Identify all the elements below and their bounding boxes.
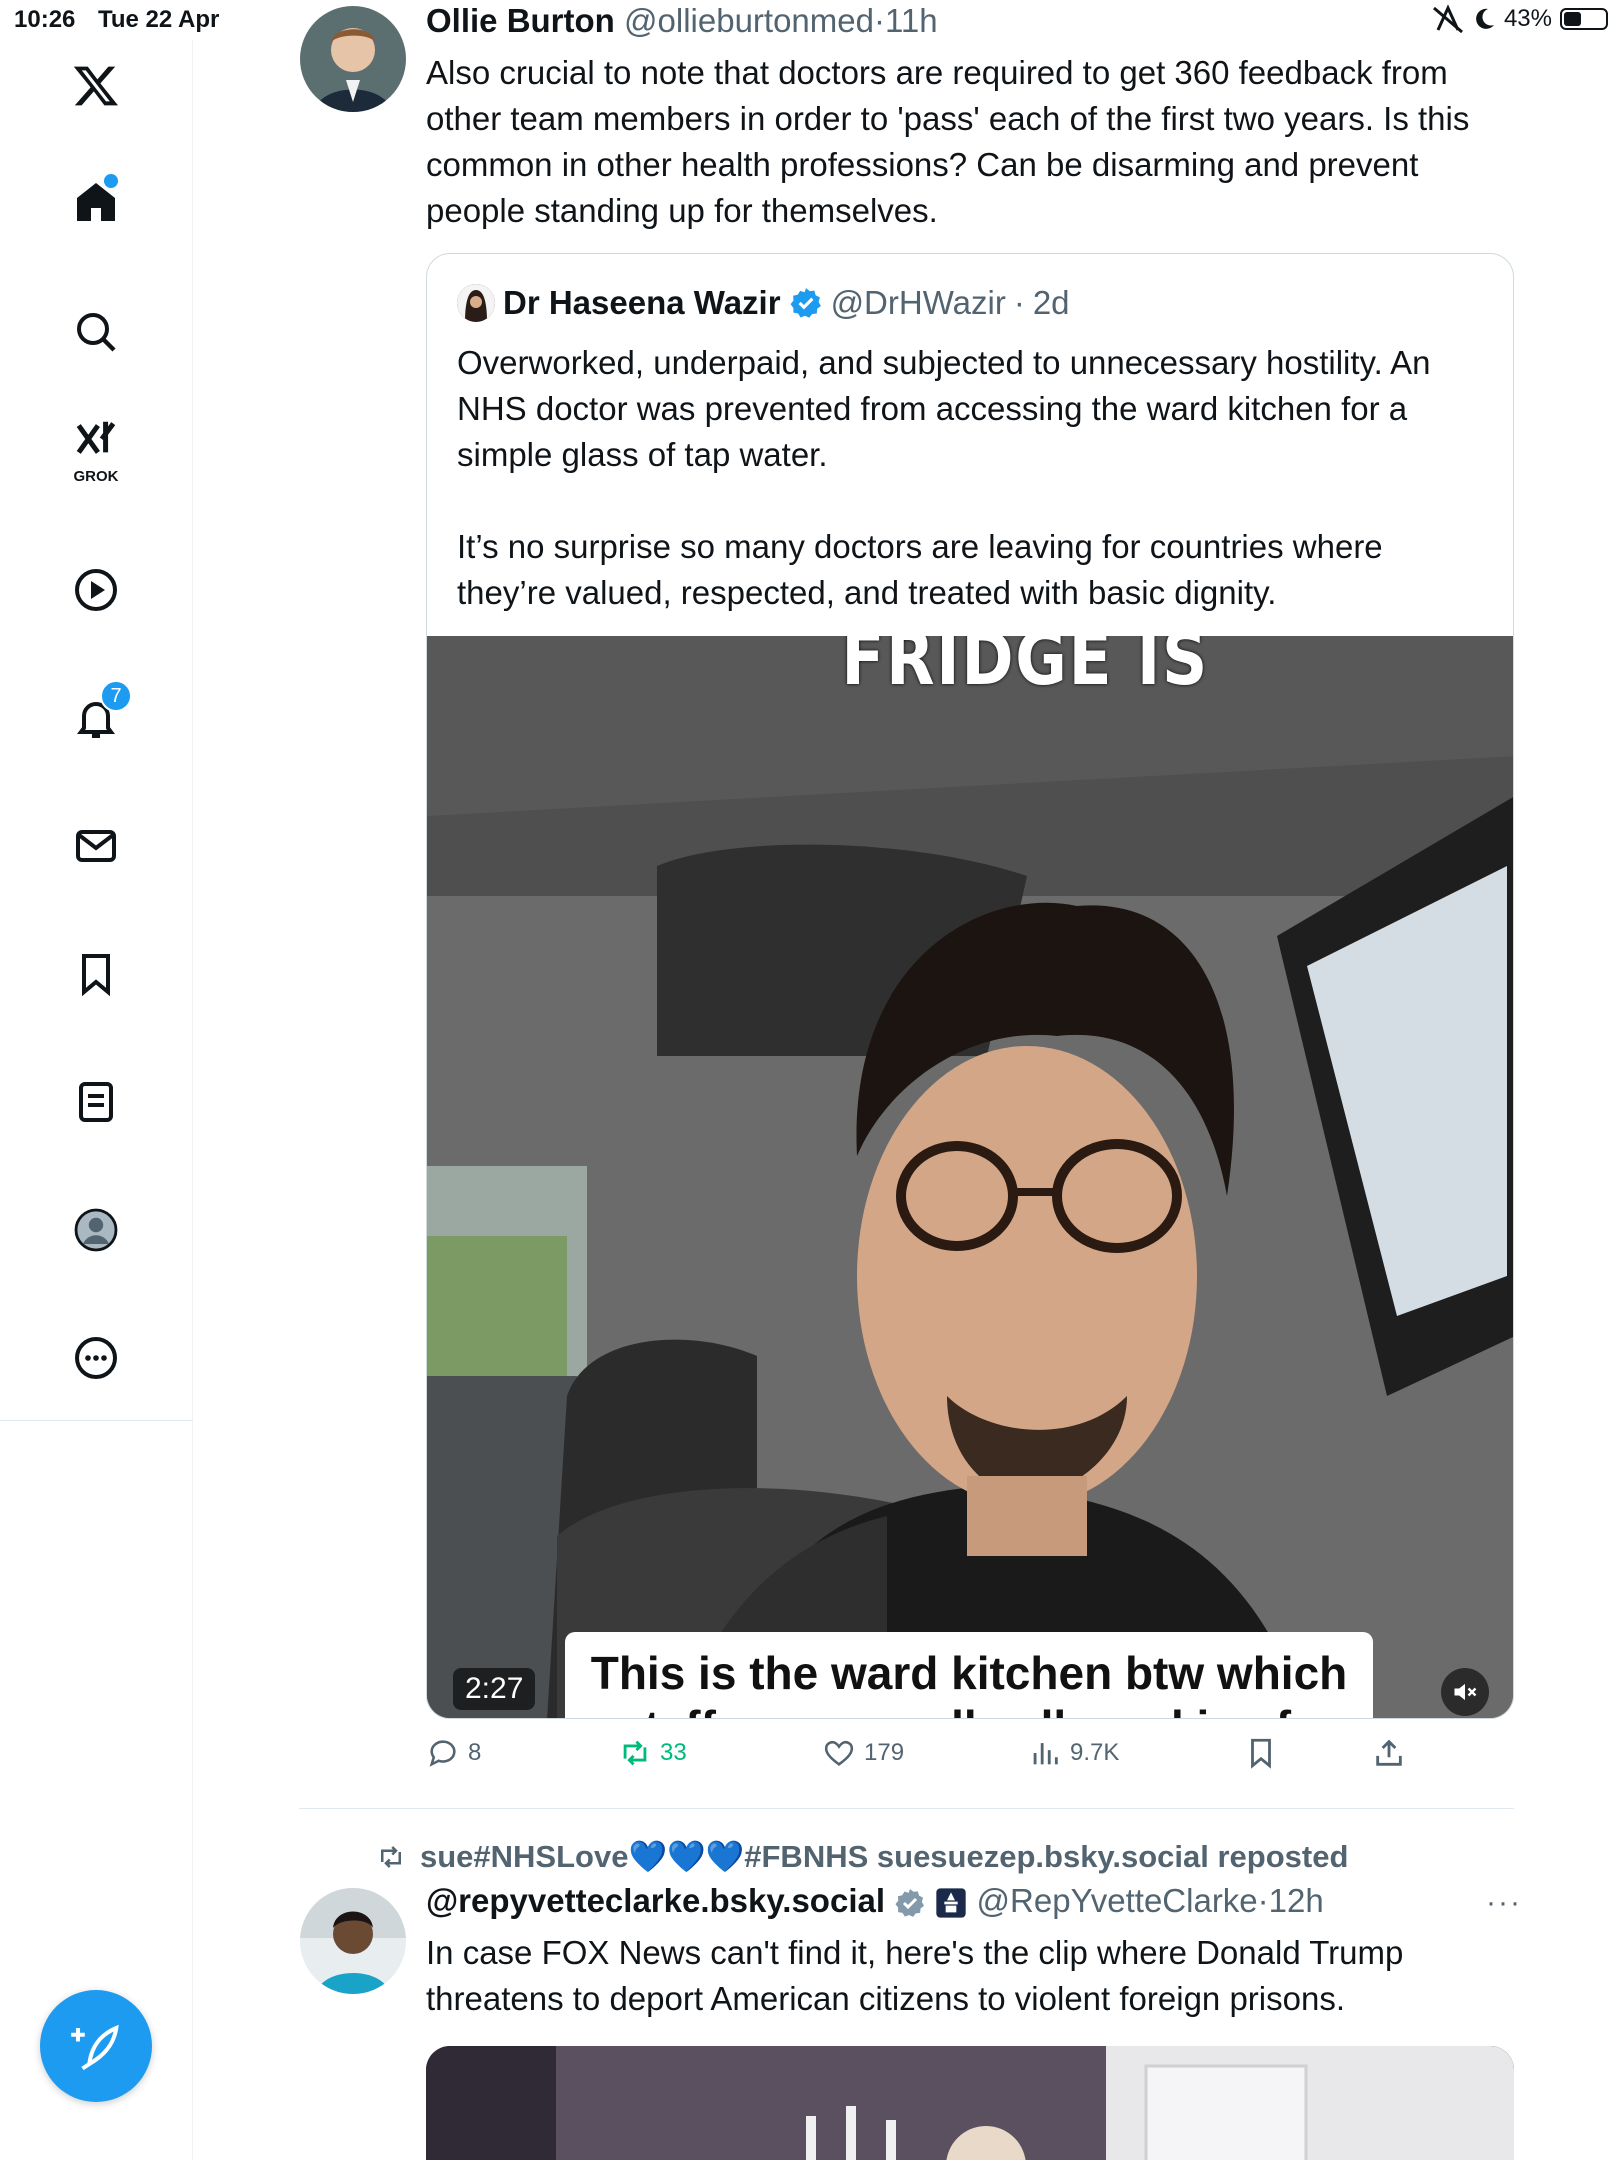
home-unread-dot xyxy=(104,174,118,188)
repost-count: 33 xyxy=(660,1739,687,1766)
reply-button[interactable]: 8 xyxy=(426,1736,481,1770)
mail-icon xyxy=(76,830,116,862)
nav-lists[interactable] xyxy=(60,1066,132,1138)
verified-gray-badge-icon xyxy=(895,1889,925,1918)
quote-header: Dr Haseena Wazir @DrHWazir · 2d xyxy=(457,284,1070,322)
repost-icon xyxy=(381,1845,401,1868)
compose-icon xyxy=(71,2024,119,2071)
heart-icon xyxy=(824,1740,854,1766)
nav-explore[interactable] xyxy=(60,296,132,368)
x-logo-icon[interactable] xyxy=(60,50,132,122)
quote-avatar xyxy=(457,284,495,322)
nav-notifications[interactable]: 7 xyxy=(60,680,132,754)
reply-icon xyxy=(429,1740,456,1767)
bookmark-button[interactable] xyxy=(1244,1736,1278,1770)
repost-icon xyxy=(623,1740,647,1766)
nav-home[interactable] xyxy=(60,166,132,238)
post2-text: In case FOX News can't find it, here's t… xyxy=(426,1930,1526,2022)
video-overlay-text: FRIDGE IS xyxy=(841,636,1209,702)
nav-profile[interactable] xyxy=(60,1194,132,1266)
post1-header: Ollie Burton @ollieburtonmed·11h xyxy=(426,2,938,40)
video-caption-line: This is the ward kitchen btw which xyxy=(590,1647,1348,1699)
bookmark-icon xyxy=(1251,1738,1271,1769)
speaker-muted-icon xyxy=(1454,1683,1477,1701)
video-duration: 2:27 xyxy=(453,1668,536,1710)
timeline: Ollie Burton @ollieburtonmed·11h Also cr… xyxy=(193,0,1620,2160)
quote-name[interactable]: Dr Haseena Wazir xyxy=(503,284,781,322)
post1-avatar[interactable] xyxy=(300,6,406,112)
post-divider xyxy=(299,1808,1514,1809)
reply-count: 8 xyxy=(468,1739,482,1766)
views-button[interactable]: 9.7K xyxy=(1028,1736,1119,1770)
views-chart-icon xyxy=(1033,1743,1058,1765)
verified-badge-icon xyxy=(790,288,821,318)
post2-avatar[interactable] xyxy=(300,1888,406,1994)
post2-media[interactable] xyxy=(426,2046,1514,2160)
post2-header: @repyvetteclarke.bsky.social @RepYvetteC… xyxy=(426,1882,1324,1920)
play-icon xyxy=(75,569,117,611)
quote-time: 2d xyxy=(1032,284,1070,321)
mute-button[interactable] xyxy=(1441,1668,1489,1716)
repost-button[interactable]: 33 xyxy=(618,1736,687,1770)
quote-text-line: NHS doctor was prevented from accessing … xyxy=(457,390,1408,427)
post1-text-line: other team members in order to 'pass' ea… xyxy=(426,100,1470,137)
quote-text-line: Overworked, underpaid, and subjected to … xyxy=(457,344,1431,381)
search-icon xyxy=(77,313,116,352)
quote-text-line: It’s no surprise so many doctors are lea… xyxy=(457,528,1383,565)
video-player[interactable]: FRIDGE IS This is the ward kitchen btw w… xyxy=(427,636,1513,1718)
post1-handle[interactable]: @ollieburtonmed xyxy=(624,2,874,39)
video-frame xyxy=(427,636,1513,1718)
repost-indicator[interactable]: sue#NHSLove💙💙💙#FBNHS suesuezep.bsky.soci… xyxy=(376,1838,1348,1875)
post1-text: Also crucial to note that doctors are re… xyxy=(426,50,1526,234)
post1-actions: 8 33 179 9.7K xyxy=(426,1736,1526,1784)
more-icon xyxy=(75,1337,117,1379)
post1-text-line: Also crucial to note that doctors are re… xyxy=(426,54,1448,91)
video-caption: This is the ward kitchen btw which staff… xyxy=(565,1632,1373,1718)
video-caption-line: staff are normally allowed in afo xyxy=(565,1700,1373,1718)
post1-text-line: people standing up for themselves. xyxy=(426,192,938,229)
post1-name[interactable]: Ollie Burton xyxy=(426,2,615,39)
quote-text: Overworked, underpaid, and subjected to … xyxy=(457,340,1487,616)
quote-text-line: simple glass of tap water. xyxy=(457,436,828,473)
post1-time[interactable]: 11h xyxy=(885,2,938,39)
profile-icon xyxy=(74,1208,118,1252)
capitol-affiliation-icon xyxy=(936,1888,967,1918)
nav-video[interactable] xyxy=(60,554,132,626)
share-button[interactable] xyxy=(1372,1736,1406,1770)
post2-text-line: In case FOX News can't find it, here's t… xyxy=(426,1934,1404,1971)
post2-name[interactable]: @repyvetteclarke.bsky.social xyxy=(426,1882,885,1919)
quoted-post[interactable]: Dr Haseena Wazir @DrHWazir · 2d Overworked… xyxy=(426,253,1514,1719)
nav-bookmarks[interactable] xyxy=(60,938,132,1010)
sidebar-divider xyxy=(0,1420,193,1421)
nav-grok[interactable]: GROK xyxy=(60,412,132,485)
repost-label: sue#NHSLove💙💙💙#FBNHS suesuezep.bsky.soci… xyxy=(420,1839,1349,1874)
list-icon xyxy=(79,1082,113,1122)
views-count: 9.7K xyxy=(1070,1739,1120,1766)
post1-text-line: common in other health professions? Can … xyxy=(426,146,1419,183)
grok-icon xyxy=(76,421,116,454)
quote-text-line: they’re valued, respected, and treated w… xyxy=(457,574,1277,611)
post2-dot: · xyxy=(1257,1882,1269,1919)
grok-label: GROK xyxy=(73,468,119,485)
share-icon xyxy=(1376,1739,1402,1766)
post2-time[interactable]: 12h xyxy=(1269,1882,1324,1919)
status-time: 10:26 xyxy=(14,6,76,33)
quote-handle[interactable]: @DrHWazir xyxy=(831,284,1006,322)
post2-media-frame xyxy=(426,2046,1514,2160)
compose-button[interactable] xyxy=(40,1990,152,2102)
like-count: 179 xyxy=(864,1739,905,1766)
post2-handle[interactable]: @RepYvetteClarke xyxy=(977,1882,1258,1919)
nav-more[interactable] xyxy=(60,1322,132,1394)
quote-dot: · xyxy=(1013,284,1025,321)
post2-text-line: threatens to deport American citizens to… xyxy=(426,1980,1345,2017)
bookmark-icon xyxy=(82,954,110,997)
like-button[interactable]: 179 xyxy=(822,1736,904,1770)
sidebar: GROK 7 xyxy=(0,40,193,2160)
post1-dot: · xyxy=(873,2,885,39)
post2-more-button[interactable]: ··· xyxy=(1486,1886,1522,1920)
nav-messages[interactable] xyxy=(60,810,132,882)
notification-badge: 7 xyxy=(100,680,132,712)
